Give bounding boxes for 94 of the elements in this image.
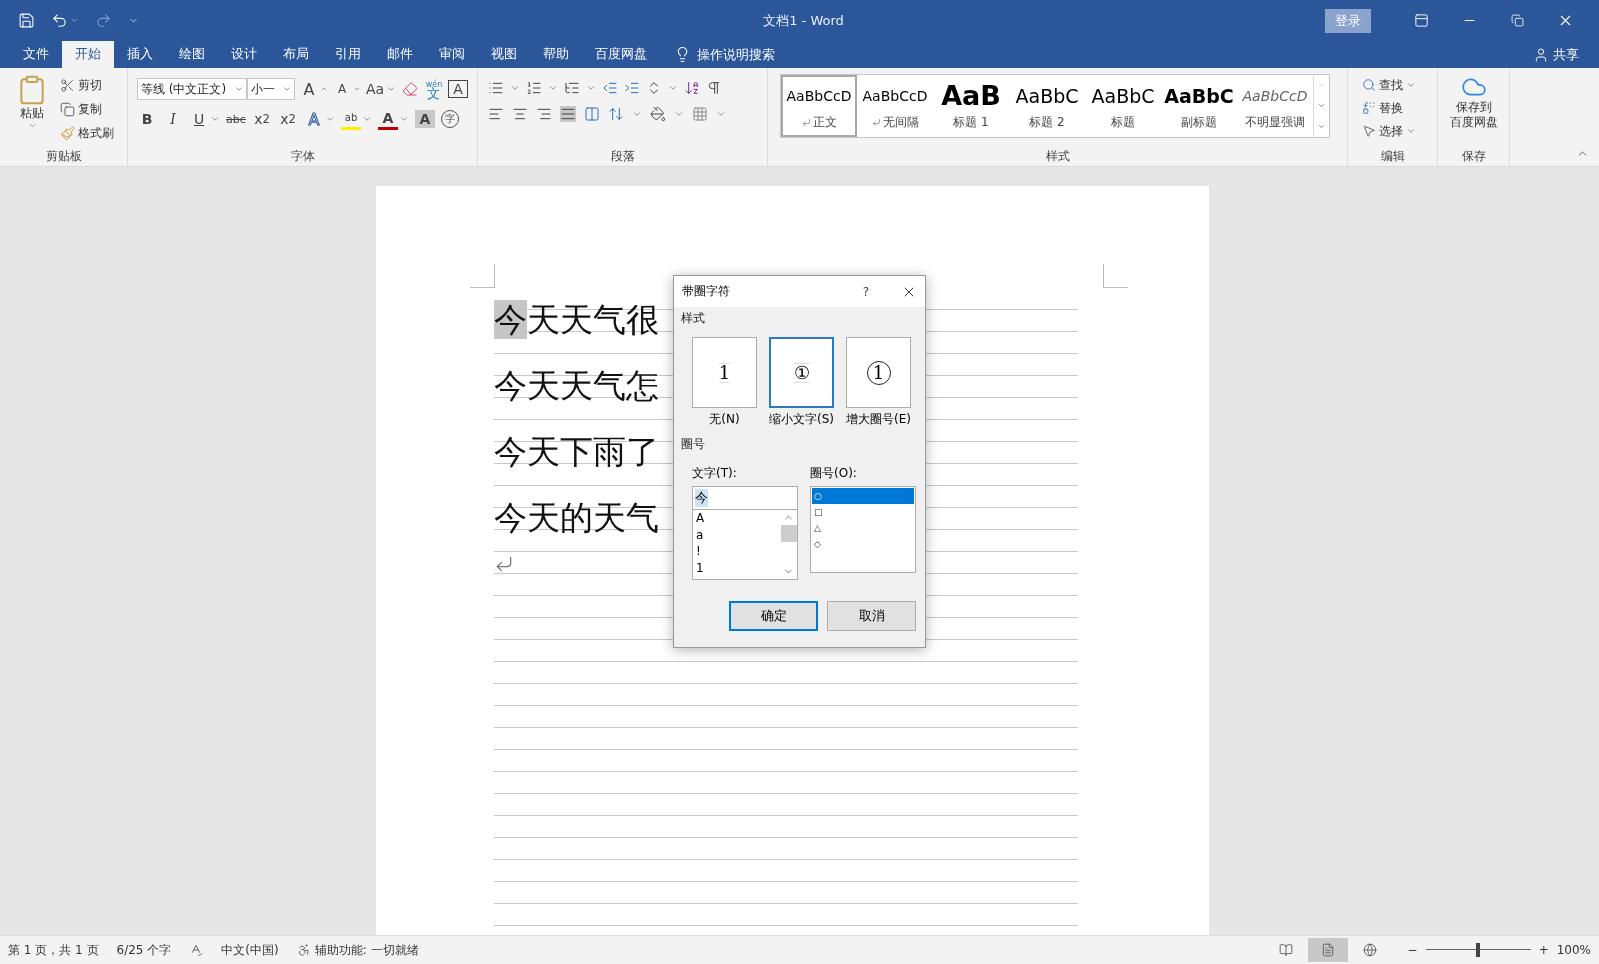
ribbon-tab[interactable]: 引用 [322, 41, 374, 68]
grow-button[interactable]: A [299, 78, 319, 100]
ribbon-tab[interactable]: 设计 [218, 41, 270, 68]
list-item[interactable]: □ [812, 504, 914, 520]
replace-button[interactable]: 替换 [1360, 97, 1418, 119]
painter-button[interactable]: 格式刷 [58, 122, 116, 144]
style-preview: AaBbCcD [862, 86, 928, 106]
style-preview: AaB [941, 81, 1001, 110]
find-button[interactable]: 查找 [1360, 74, 1418, 96]
accessibility-status[interactable]: 辅助功能: 一切就绪 [314, 941, 419, 959]
style-name: 无间隔 [882, 113, 919, 131]
highlight-button[interactable]: ab [341, 108, 361, 130]
ribbon-tab[interactable]: 文件 [10, 41, 62, 68]
ribbon-tab[interactable]: 布局 [270, 41, 322, 68]
group-label: 样式 [1044, 148, 1071, 165]
list-item[interactable]: A [696, 510, 780, 527]
style-preview: AaBbC [1015, 83, 1079, 109]
border-button[interactable]: A [448, 80, 468, 98]
color-button[interactable]: A [378, 108, 398, 130]
zoom-in-button[interactable]: + [1538, 943, 1549, 957]
list-item[interactable]: 1 [696, 559, 780, 576]
font-name-combo[interactable]: 等线 (中文正文) [137, 78, 247, 100]
group-label: 字体 [289, 148, 316, 165]
field-label: 文字(T): [692, 465, 738, 482]
style-name: 正文 [812, 113, 837, 131]
style-option[interactable]: ① [769, 337, 834, 408]
option-label: 增大圈号(E) [846, 411, 911, 428]
cut-button[interactable]: 剪切 [58, 74, 116, 96]
list-item[interactable]: ◇ [812, 536, 914, 552]
paste-button[interactable]: 粘贴 [12, 74, 52, 148]
text-input-field[interactable]: 今 [692, 486, 798, 510]
status-text: 第 1 页，共 1 页 [8, 941, 99, 959]
section-label: 样式 [680, 310, 706, 327]
ribbon-tab[interactable]: 帮助 [530, 41, 582, 68]
ribbon-tab[interactable]: 绘图 [166, 41, 218, 68]
style-preview: AaBbC [1164, 83, 1234, 109]
group-label: 段落 [609, 148, 636, 165]
ribbon-tab[interactable]: 百度网盘 [582, 41, 660, 68]
style-preview: AaBbCcD [786, 86, 852, 106]
document-line: 今天天气很 [493, 299, 659, 341]
field-label: 圈号(O): [810, 465, 858, 482]
document-line: 今天下雨了 [493, 431, 659, 473]
style-item[interactable]: AaBbCcD 正文 [781, 75, 857, 137]
style-option[interactable]: 1 [692, 337, 757, 408]
underline-button[interactable]: U [189, 108, 209, 130]
font-size-combo[interactable]: 小一 [247, 78, 295, 100]
ribbon-tab[interactable]: 邮件 [374, 41, 426, 68]
option-label: 无(N) [709, 411, 740, 428]
document-line: 今天的天气 [493, 497, 659, 539]
style-name: 标题 [1111, 113, 1135, 131]
text-list[interactable]: A a ! 1 [692, 510, 798, 580]
list-item[interactable]: a [696, 526, 780, 543]
style-name: 不明显强调 [1245, 113, 1305, 131]
italic-button[interactable]: I [163, 108, 183, 130]
document-line: 今天天气怎 [493, 365, 659, 407]
style-preview: AaBbC [1091, 83, 1155, 109]
share-button[interactable]: 共享 [1553, 42, 1579, 67]
case-button[interactable]: Aa [365, 78, 385, 100]
ok-button[interactable]: 确定 [729, 601, 818, 631]
ribbon-tab[interactable]: 插入 [114, 41, 166, 68]
style-option[interactable]: 1 [846, 337, 911, 408]
status-text: 6/25 个字 [116, 941, 172, 959]
list-item[interactable]: ! [696, 543, 780, 560]
language-status[interactable]: 中文(中国) [221, 941, 279, 959]
ribbon-tab[interactable]: 视图 [478, 41, 530, 68]
ribbon-tab[interactable]: 开始 [62, 41, 114, 68]
phonetic-guide-button[interactable]: wén 文 [424, 78, 444, 100]
ribbon-tab[interactable]: 审阅 [426, 41, 478, 68]
window-title: 文档1 - Word [762, 11, 845, 30]
shrink-button[interactable]: A [332, 78, 352, 100]
option-label: 缩小文字(S) [769, 411, 834, 428]
help-button[interactable]: ? [862, 284, 869, 299]
list-item[interactable]: △ [812, 520, 914, 536]
style-name: 标题 1 [953, 113, 989, 131]
list-item[interactable]: ○ [812, 488, 914, 504]
zoom-out-button[interactable]: − [1407, 943, 1418, 957]
group-label: 编辑 [1379, 148, 1406, 165]
save-to-cloud-button[interactable]: 保存到 百度网盘 [1445, 74, 1502, 148]
select-button[interactable]: 选择 [1360, 120, 1418, 142]
shade-button[interactable]: A [415, 110, 435, 128]
style-name: 副标题 [1181, 113, 1217, 131]
dialog-title: 带圈字符 [682, 283, 731, 300]
style-preview: AaBbCcD [1242, 86, 1308, 106]
cancel-button[interactable]: 取消 [827, 601, 916, 631]
copy-button[interactable]: 复制 [58, 98, 116, 120]
section-label: 圈号 [680, 436, 706, 453]
bold-button[interactable]: B [137, 108, 157, 130]
style-name: 标题 2 [1029, 113, 1065, 131]
group-label: 剪贴板 [44, 148, 83, 165]
enclosure-list[interactable]: ○ □ △ ◇ [810, 486, 916, 573]
strike-button[interactable]: abc [226, 108, 246, 130]
group-label: 保存 [1460, 148, 1487, 165]
tell-me-search[interactable]: 操作说明搜索 [697, 42, 775, 67]
zoom-percent[interactable]: 100% [1556, 943, 1591, 957]
